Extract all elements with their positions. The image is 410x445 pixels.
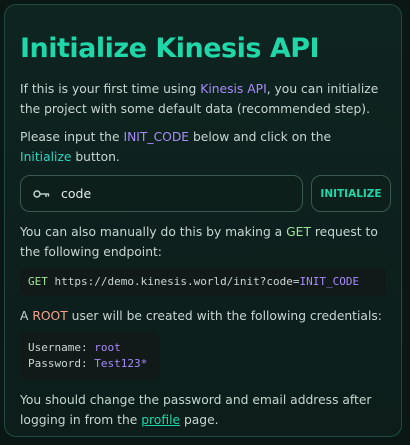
page-title: Initialize Kinesis API [20, 33, 320, 64]
manual-text: You can also manually do this by making … [20, 222, 386, 262]
init-code-ref: INIT_CODE [123, 130, 190, 144]
app-name: Kinesis API [200, 82, 267, 96]
password-value: Test123* [94, 357, 148, 370]
root-pre: A [20, 309, 33, 323]
endpoint-code-block: GET https://demo.kinesis.world/init?code… [20, 268, 386, 296]
instruction-pre: Please input the [20, 130, 124, 144]
username-value: root [94, 341, 121, 354]
footer-text: You should change the password and email… [20, 390, 386, 430]
instruction-text: Please input the INIT_CODE below and cli… [20, 127, 386, 167]
init-card: Initialize Kinesis API If this is your f… [4, 4, 402, 437]
key-icon [33, 187, 53, 201]
root-post: user will be created with the following … [67, 309, 382, 323]
init-code-field[interactable] [20, 175, 303, 212]
profile-link[interactable]: profile [141, 413, 180, 427]
endpoint-param: INIT_CODE [299, 275, 360, 288]
init-code-input[interactable] [61, 186, 281, 201]
footer-post: page. [180, 413, 219, 427]
password-label: Password: [28, 357, 88, 370]
init-form: INITIALIZE [20, 175, 391, 212]
credentials-code-block: Username: root Password: Test123* [20, 332, 160, 380]
initialize-button[interactable]: INITIALIZE [311, 175, 391, 212]
username-line: Username: root [28, 340, 147, 356]
intro-text: If this is your first time using Kinesis… [20, 79, 386, 119]
initialize-ref: Initialize [20, 150, 72, 164]
get-method-ref: GET [286, 225, 311, 239]
intro-pre: If this is your first time using [20, 82, 201, 96]
instruction-post: button. [71, 150, 120, 164]
endpoint-url: https://demo.kinesis.world/init?code= [54, 275, 300, 288]
root-role: ROOT [32, 309, 68, 323]
endpoint-method: GET [28, 275, 48, 288]
root-user-text: A ROOT user will be created with the fol… [20, 306, 386, 326]
manual-pre: You can also manually do this by making … [20, 225, 287, 239]
instruction-mid: below and click on the [189, 130, 332, 144]
password-line: Password: Test123* [28, 356, 147, 372]
username-label: Username: [28, 341, 88, 354]
